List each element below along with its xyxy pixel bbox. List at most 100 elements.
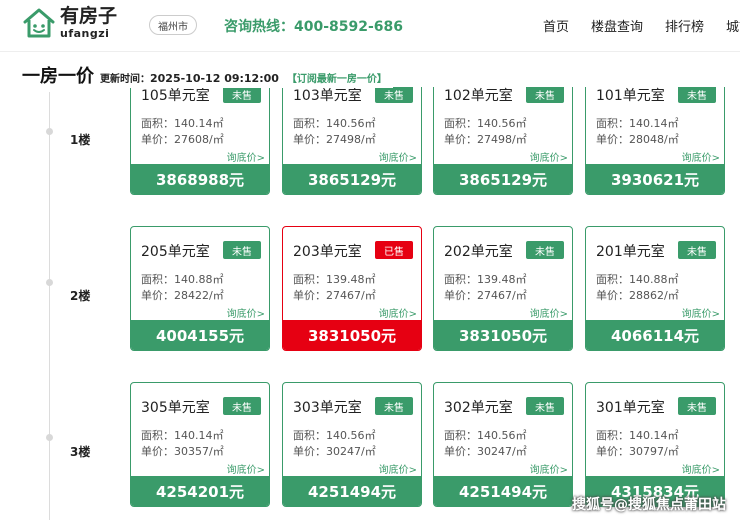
update-time: 2025-10-12 09:12:00 — [150, 72, 279, 85]
status-badge: 未售 — [223, 397, 261, 415]
unit-card-102[interactable]: 102单元室 未售 面积：140.56㎡ 单价：27498/㎡ 询底价> 386… — [433, 87, 573, 195]
unit-area: 面积：140.88㎡ — [596, 273, 679, 286]
unit-area: 面积：140.14㎡ — [596, 429, 679, 442]
unit-card-301[interactable]: 301单元室 未售 面积：140.14㎡ 单价：30797/㎡ 询底价> 431… — [585, 382, 725, 507]
unit-card-303[interactable]: 303单元室 未售 面积：140.56㎡ 单价：30247/㎡ 询底价> 425… — [282, 382, 422, 507]
total-price: 4066114元 — [586, 320, 724, 350]
page-titlebar: 一房一价 更新时间： 2025-10-12 09:12:00 【订阅最新一房一价… — [22, 62, 393, 88]
hotline-label: 咨询热线： — [224, 19, 294, 35]
status-badge: 未售 — [526, 397, 564, 415]
total-price: 3831050元 — [434, 320, 572, 350]
status-badge: 未售 — [526, 241, 564, 259]
total-price: 3865129元 — [283, 164, 421, 194]
unit-card-103[interactable]: 103单元室 未售 面积：140.56㎡ 单价：27498/㎡ 询底价> 386… — [282, 87, 422, 195]
inquiry-link[interactable]: 询底价> — [682, 461, 720, 476]
unit-card-205[interactable]: 205单元室 未售 面积：140.88㎡ 单价：28422/㎡ 询底价> 400… — [130, 226, 270, 351]
unit-room: 103单元室 — [293, 88, 362, 104]
status-badge: 未售 — [678, 397, 716, 415]
inquiry-link[interactable]: 询底价> — [530, 461, 568, 476]
total-price: 3930621元 — [586, 164, 724, 194]
floor-label-1: 1楼 — [70, 133, 91, 147]
unit-area: 面积：140.56㎡ — [293, 117, 376, 130]
unit-room: 102单元室 — [444, 88, 513, 104]
nav-home[interactable]: 首页 — [543, 16, 569, 35]
unit-room: 202单元室 — [444, 244, 513, 260]
main-nav: 首页 楼盘查询 排行榜 城市 — [543, 16, 740, 35]
unit-price: 单价：30797/㎡ — [596, 445, 679, 458]
unit-area: 面积：140.14㎡ — [141, 117, 224, 130]
unit-room: 105单元室 — [141, 88, 210, 104]
unit-card-101[interactable]: 101单元室 未售 面积：140.14㎡ 单价：28048/㎡ 询底价> 393… — [585, 87, 725, 195]
floor-label-2: 2楼 — [70, 289, 91, 303]
city-selector[interactable]: 福州市 — [149, 15, 197, 35]
unit-price: 单价：30357/㎡ — [141, 445, 224, 458]
unit-price: 单价：28862/㎡ — [596, 289, 679, 302]
unit-room: 301单元室 — [596, 400, 665, 416]
floor-label-3: 3楼 — [70, 445, 91, 459]
timeline-dot — [46, 279, 53, 286]
status-badge: 未售 — [678, 241, 716, 259]
inquiry-link[interactable]: 询底价> — [227, 461, 265, 476]
unit-price: 单价：30247/㎡ — [444, 445, 527, 458]
unit-room: 205单元室 — [141, 244, 210, 260]
inquiry-link[interactable]: 询底价> — [227, 305, 265, 320]
unit-price: 单价：27498/㎡ — [444, 133, 527, 146]
site-header: 有房子 ufangzi 福州市 咨询热线：400-8592-686 首页 楼盘查… — [0, 0, 740, 52]
unit-area: 面积：140.56㎡ — [293, 429, 376, 442]
unit-area: 面积：139.48㎡ — [444, 273, 527, 286]
total-price: 3865129元 — [434, 164, 572, 194]
nav-city[interactable]: 城市 — [726, 16, 740, 35]
unit-area: 面积：139.48㎡ — [293, 273, 376, 286]
nav-rankings[interactable]: 排行榜 — [665, 16, 704, 35]
logo-name: 有房子 — [60, 5, 118, 27]
total-price: 4251494元 — [434, 476, 572, 506]
unit-room: 101单元室 — [596, 88, 665, 104]
status-badge: 未售 — [526, 87, 564, 103]
inquiry-link[interactable]: 询底价> — [379, 149, 417, 164]
unit-card-305[interactable]: 305单元室 未售 面积：140.14㎡ 单价：30357/㎡ 询底价> 425… — [130, 382, 270, 507]
total-price: 4251494元 — [283, 476, 421, 506]
unit-card-202[interactable]: 202单元室 未售 面积：139.48㎡ 单价：27467/㎡ 询底价> 383… — [433, 226, 573, 351]
total-price: 4254201元 — [131, 476, 269, 506]
house-logo-icon — [23, 8, 55, 38]
nav-property-search[interactable]: 楼盘查询 — [591, 16, 643, 35]
timeline-dot — [46, 128, 53, 135]
unit-card-105[interactable]: 105单元室 未售 面积：140.14㎡ 单价：27608/㎡ 询底价> 386… — [130, 87, 270, 195]
unit-price: 单价：28422/㎡ — [141, 289, 224, 302]
status-badge: 已售 — [375, 241, 413, 259]
inquiry-link[interactable]: 询底价> — [227, 149, 265, 164]
unit-area: 面积：140.56㎡ — [444, 429, 527, 442]
floor-timeline — [49, 92, 50, 520]
unit-room: 305单元室 — [141, 400, 210, 416]
hotline: 咨询热线：400-8592-686 — [224, 16, 403, 36]
inquiry-link[interactable]: 询底价> — [682, 149, 720, 164]
inquiry-link[interactable]: 询底价> — [379, 305, 417, 320]
unit-room: 303单元室 — [293, 400, 362, 416]
status-badge: 未售 — [375, 397, 413, 415]
unit-card-203[interactable]: 203单元室 已售 面积：139.48㎡ 单价：27467/㎡ 询底价> 383… — [282, 226, 422, 351]
inquiry-link[interactable]: 询底价> — [530, 305, 568, 320]
unit-room: 302单元室 — [444, 400, 513, 416]
unit-price: 单价：27608/㎡ — [141, 133, 224, 146]
update-time-label: 更新时间： — [100, 74, 150, 85]
subscribe-link[interactable]: 【订阅最新一房一价】 — [287, 70, 387, 85]
unit-card-201[interactable]: 201单元室 未售 面积：140.88㎡ 单价：28862/㎡ 询底价> 406… — [585, 226, 725, 351]
inquiry-link[interactable]: 询底价> — [379, 461, 417, 476]
status-badge: 未售 — [678, 87, 716, 103]
total-price: 4004155元 — [131, 320, 269, 350]
logo-pinyin: ufangzi — [60, 27, 110, 40]
unit-card-302[interactable]: 302单元室 未售 面积：140.56㎡ 单价：30247/㎡ 询底价> 425… — [433, 382, 573, 507]
inquiry-link[interactable]: 询底价> — [682, 305, 720, 320]
unit-price: 单价：27498/㎡ — [293, 133, 376, 146]
unit-area: 面积：140.56㎡ — [444, 117, 527, 130]
timeline-dot — [46, 434, 53, 441]
unit-price: 单价：30247/㎡ — [293, 445, 376, 458]
total-price: 3868988元 — [131, 164, 269, 194]
site-logo[interactable]: 有房子 ufangzi — [22, 6, 117, 40]
inquiry-link[interactable]: 询底价> — [530, 149, 568, 164]
page-title: 一房一价 — [22, 66, 94, 87]
unit-area: 面积：140.14㎡ — [596, 117, 679, 130]
unit-area: 面积：140.14㎡ — [141, 429, 224, 442]
unit-price: 单价：27467/㎡ — [293, 289, 376, 302]
total-price: 3831050元 — [283, 320, 421, 350]
